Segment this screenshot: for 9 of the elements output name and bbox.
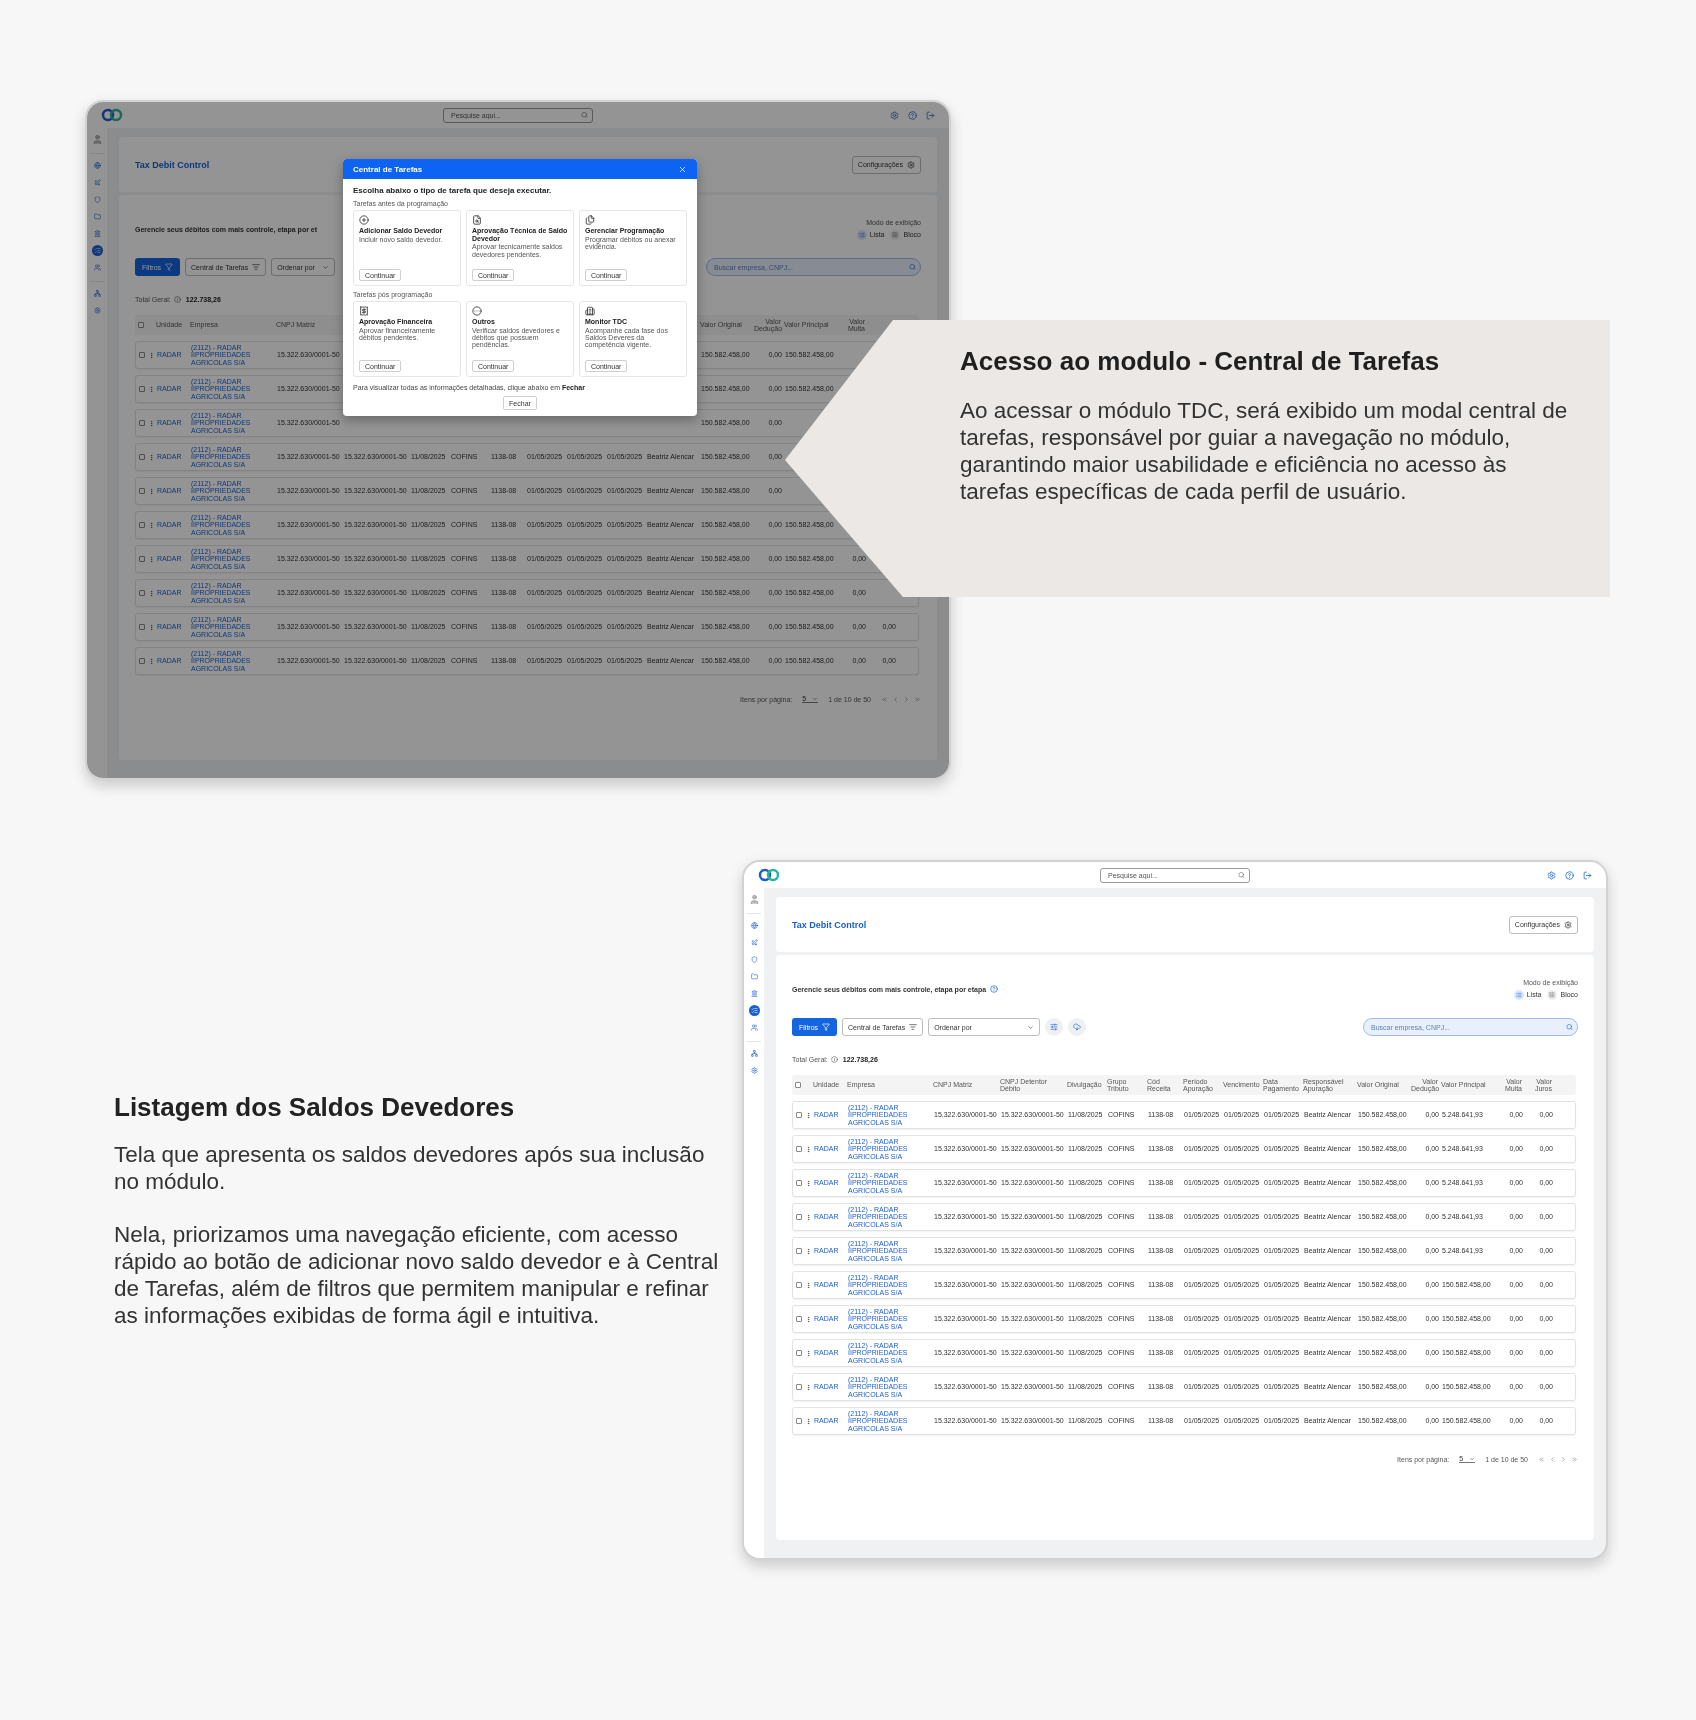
callout-text: Ao acessar o módulo TDC, será exibido um modal central de tarefas, responsável por guiar a navegação no módulo, garantindo maior usabilidade e eficiência no acesso às tarefas específicas de cada perfil de usuário.	[960, 397, 1569, 505]
callout-title: Acesso ao modulo - Central de Tarefas	[960, 346, 1441, 377]
section-heading: Listagem dos Saldos Devedores	[114, 1091, 516, 1123]
paragraph: Nela, priorizamos uma navegação eficiente, com acesso rápido ao botão de adicionar novo saldo devedor e à Central de Tarefas, além de filtros que permitem manipular e refinar as informações exibidas de forma ágil e intuitiva.	[114, 1220, 720, 1329]
modal-title: Central de Tarefas	[353, 164, 423, 174]
modal-prompt: Escolha abaixo o tipo de tarefa que deseja executar.	[353, 186, 553, 195]
page-title: Tax Debit Control	[792, 919, 867, 930]
page-title: Tax Debit Control	[135, 159, 210, 170]
paragraph: Tela que apresenta os saldos devedores após sua inclusão no módulo.	[114, 1140, 706, 1195]
